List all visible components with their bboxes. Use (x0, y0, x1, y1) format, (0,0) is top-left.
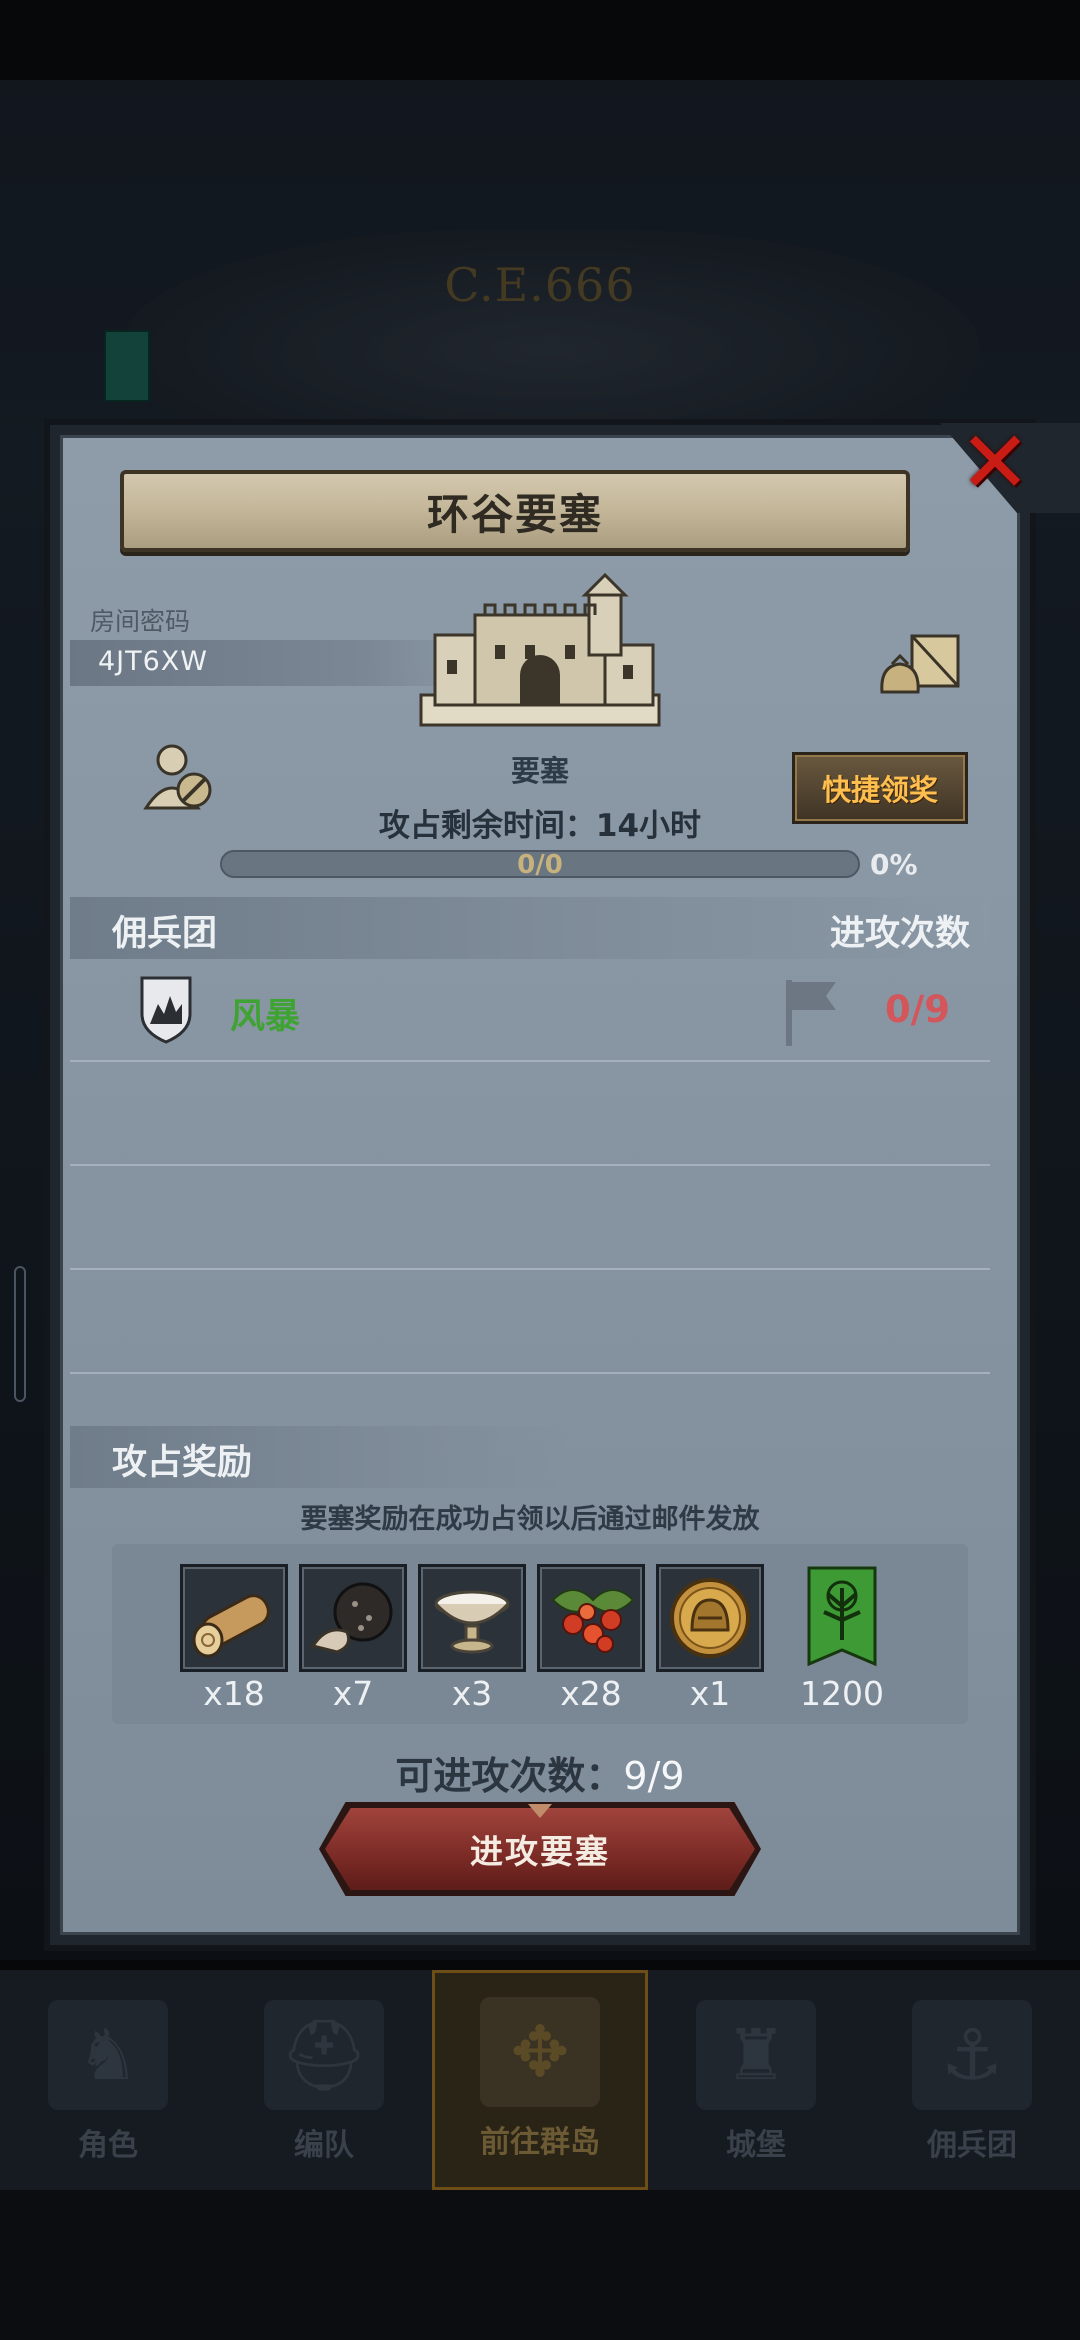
room-code[interactable]: 4JT6XW (98, 646, 208, 677)
empty-mercenary-row (70, 1166, 990, 1270)
reward-item[interactable]: x28 (537, 1564, 645, 1713)
dialog-title-plate: 环谷要塞 (120, 470, 910, 552)
quick-claim-button[interactable]: 快捷领奖 (792, 752, 968, 824)
fort-type-label: 要塞 (510, 754, 569, 788)
ship-icon: ⚓ (912, 2000, 1032, 2110)
system-bottom-bar (0, 2190, 1080, 2340)
compass-icon: ✥ (480, 1997, 600, 2107)
room-code-label: 房间密码 (90, 607, 191, 636)
reward-quantity: x3 (451, 1674, 493, 1713)
close-button[interactable]: ✕ (950, 418, 1040, 508)
mercenary-row[interactable]: 风暴 0/9 (70, 962, 990, 1062)
attack-button-label: 进攻要塞 (470, 1832, 610, 1871)
nav-item-role[interactable]: ♞ 角色 (0, 1970, 216, 2190)
guild-banner-icon (807, 1566, 877, 1667)
capture-progress-bar: 0/0 (220, 850, 860, 880)
reward-item[interactable]: x1 (656, 1564, 764, 1713)
available-attacks: 可进攻次数：9/9 (300, 1745, 780, 1800)
wood-log-icon (192, 1594, 270, 1658)
empty-mercenary-row (70, 1270, 990, 1374)
nav-item-islands[interactable]: ✥ 前往群岛 (432, 1970, 648, 2190)
progress-percent: 0% (870, 848, 918, 881)
empty-mercenary-row (70, 1062, 990, 1166)
rewards-header: 攻占奖励 (112, 1443, 253, 1483)
reward-quantity: x1 (689, 1674, 731, 1713)
nav-label: 前往群岛 (480, 2125, 600, 2160)
rewards-panel: x18 x7 x3 x28 x1 1200 (112, 1544, 968, 1724)
reward-quantity: x28 (560, 1674, 622, 1713)
mercenary-name: 风暴 (230, 997, 301, 1037)
helmet-coin-icon (670, 1578, 750, 1658)
reward-slot (537, 1564, 645, 1672)
attack-count-header: 进攻次数 (829, 914, 970, 954)
reward-slot (782, 1564, 902, 1672)
forbidden-user-icon[interactable] (142, 742, 216, 812)
stone-ore-icon (310, 1582, 393, 1654)
nav-item-mercenary[interactable]: ⚓ 佣兵团 (864, 1970, 1080, 2190)
mercenary-shield-icon (140, 976, 192, 1044)
nav-label: 城堡 (726, 2128, 786, 2163)
close-icon: ✕ (958, 413, 1032, 513)
reward-item[interactable]: 1200 (782, 1564, 902, 1713)
castle-icon: ♜ (696, 2000, 816, 2110)
reward-quantity: 1200 (800, 1674, 884, 1713)
available-attacks-value: 9/9 (623, 1754, 685, 1798)
reward-slot (418, 1564, 526, 1672)
reward-slot (299, 1564, 407, 1672)
berries-icon (551, 1589, 635, 1653)
reward-slot (180, 1564, 288, 1672)
knight-icon: ♞ (48, 2000, 168, 2110)
reward-quantity: x7 (332, 1674, 374, 1713)
game-screen: C.E.666 ♞ 角色 ⛑ 编队 ✥ 前往群岛 ♜ 城堡 ⚓ 佣兵团 ✕ 环谷… (0, 0, 1080, 2340)
reward-item[interactable]: x7 (299, 1564, 407, 1713)
quick-claim-label: 快捷领奖 (821, 773, 938, 807)
nav-label: 编队 (294, 2128, 354, 2163)
dialog-title: 环谷要塞 (426, 489, 603, 539)
attack-fortress-button[interactable]: 进攻要塞 (325, 1808, 755, 1890)
reward-item[interactable]: x3 (418, 1564, 526, 1713)
nav-label: 佣兵团 (927, 2128, 1017, 2163)
side-scroll-handle[interactable] (14, 1266, 26, 1402)
reward-slot (656, 1564, 764, 1672)
reward-quantity: x18 (203, 1674, 265, 1713)
nav-item-castle[interactable]: ♜ 城堡 (648, 1970, 864, 2190)
rewards-note: 要塞奖励在成功占领以后通过邮件发放 (300, 1504, 760, 1535)
capture-time-remaining: 攻占剩余时间：14小时 (378, 808, 702, 844)
mercenary-attack-count: 0/9 (884, 988, 950, 1031)
reward-item[interactable]: x18 (180, 1564, 288, 1713)
available-attacks-label: 可进攻次数： (395, 1754, 624, 1798)
flag-icon (786, 980, 836, 1046)
mercenary-header: 佣兵团 (112, 914, 218, 954)
supply-crate-icon[interactable] (876, 628, 966, 700)
nav-item-formation[interactable]: ⛑ 编队 (216, 1970, 432, 2190)
fortress-icon (419, 572, 661, 727)
progress-text: 0/0 (517, 850, 563, 880)
nav-label: 角色 (78, 2128, 138, 2163)
bottom-nav: ♞ 角色 ⛑ 编队 ✥ 前往群岛 ♜ 城堡 ⚓ 佣兵团 (0, 1970, 1080, 2190)
silver-bowl-icon (434, 1590, 510, 1654)
helmet-icon: ⛑ (264, 2000, 384, 2110)
